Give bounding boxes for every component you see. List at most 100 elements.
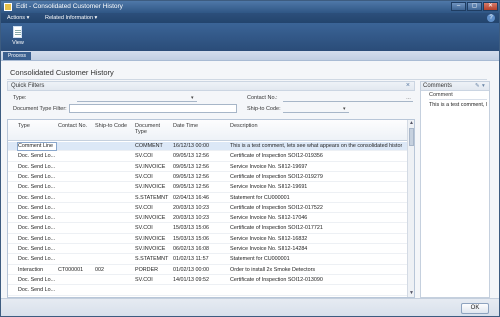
cell-date-time[interactable]: 20/03/13 10:23 [173,215,228,222]
cell-type[interactable]: Doc. Send Lo... [18,277,56,284]
cell-date-time[interactable]: 15/03/13 15:06 [173,225,228,232]
column-header-type[interactable]: Type [18,123,30,129]
column-header-contact-no[interactable]: Contact No. [58,123,87,129]
cell-document-type[interactable]: SV.INVOICE [135,184,171,191]
chevron-down-icon[interactable]: ▾ [343,106,346,112]
cell-description[interactable]: Service Invoice No. SII12-19691 [230,184,402,191]
cell-document-type[interactable]: SV.COI [135,205,171,212]
cell-date-time[interactable]: 02/04/13 16:46 [173,195,228,202]
contact-filter-field[interactable] [283,94,413,102]
cell-type[interactable]: Interaction [18,267,56,274]
cell-description[interactable]: Certificate of Inspection SOI12-017721 [230,225,402,232]
table-row[interactable]: Interaction CT000001 002 PORDER 01/02/13 00:… [8,266,408,275]
cell-date-time[interactable]: 01/02/13 00:00 [173,267,228,274]
actions-menu[interactable]: Actions ▾ [7,15,29,21]
cell-date-time[interactable]: 16/12/13 00:00 [173,143,228,150]
vertical-scrollbar[interactable]: ▲ ▼ [407,120,414,297]
cell-date-time[interactable]: 09/05/13 12:56 [173,184,228,191]
table-row[interactable]: Doc. Send Lo... SV.INVOICE 15/03/13 15:06 S… [8,235,408,245]
cell-date-time[interactable]: 09/05/13 12:56 [173,164,228,171]
table-row[interactable]: Doc. Send Lo... SV.COI 20/03/13 10:23 Certi… [8,204,408,214]
cell-document-type[interactable]: COMMENT [135,143,171,150]
close-button[interactable]: ✕ [483,2,498,11]
help-icon[interactable]: ? [487,14,495,22]
cell-type[interactable]: Doc. Send Lo... [18,256,56,263]
cell-document-type[interactable]: SV.COI [135,153,171,160]
history-grid[interactable]: Type Contact No. Ship-to Code Document T… [7,119,415,298]
view-button[interactable]: View [7,26,29,48]
cell-type[interactable]: Doc. Send Lo... [18,164,56,171]
cell-ship-to-code[interactable]: 002 [95,267,133,274]
ellipsis-icon[interactable]: … [406,95,411,101]
cell-document-type[interactable]: SV.COI [135,277,171,284]
cell-type[interactable]: Doc. Send Lo... [18,174,56,181]
table-row[interactable]: Doc. Send Lo... SV.INVOICE 09/05/13 12:56 S… [8,163,408,172]
cell-type[interactable]: Doc. Send Lo... [18,195,56,202]
cell-description[interactable]: Service Invoice No. SII12-17046 [230,215,402,222]
cell-document-type[interactable]: SV.COI [135,225,171,232]
scroll-down-icon[interactable]: ▼ [408,290,414,297]
cell-description[interactable]: Certificate of Inspection SOI12-019279 [230,174,402,181]
scrollbar-thumb[interactable] [409,128,414,146]
cell-type[interactable]: Comment Line [17,142,57,151]
table-row[interactable]: Doc. Send Lo... SV.COI 09/05/13 12:56 Certi… [8,152,408,162]
scroll-up-icon[interactable]: ▲ [408,120,414,127]
cell-date-time[interactable]: 14/01/13 09:52 [173,277,228,284]
cell-document-type[interactable]: S.STATEMNT [135,195,171,202]
cell-document-type[interactable]: SV.INVOICE [135,246,171,253]
ok-button[interactable]: OK [461,303,489,314]
cell-type[interactable]: Doc. Send Lo... [18,205,56,212]
table-row[interactable]: Doc. Send Lo... S.STATEMNT 01/02/13 11:57 S… [8,255,408,265]
column-header-document-type[interactable]: Document Type [135,123,167,135]
cell-description[interactable]: Certificate of Inspection SOI12-017522 [230,205,402,212]
related-information-menu[interactable]: Related Information ▾ [45,15,97,21]
cell-description[interactable]: Statement for CU000001 [230,195,402,202]
cell-description[interactable]: Service Invoice No. SII12-14284 [230,246,402,253]
table-row[interactable]: Doc. Send Lo... [8,286,408,296]
cell-description[interactable]: This is a test comment, lets see what ap… [230,143,402,150]
table-row[interactable]: Doc. Send Lo... SV.INVOICE 09/05/13 12:56 S… [8,183,408,193]
table-row[interactable]: Doc. Send Lo... SV.COI 15/03/13 15:06 Certi… [8,224,408,234]
cell-date-time[interactable]: 15/03/13 15:06 [173,236,228,243]
cell-description[interactable]: Statement for CU000001 [230,256,402,263]
cell-date-time[interactable]: 09/05/13 12:56 [173,174,228,181]
cell-document-type[interactable]: SV.COI [135,174,171,181]
cell-document-type[interactable]: PORDER [135,267,171,274]
chevron-down-icon[interactable]: ▾ [482,83,485,89]
cell-type[interactable]: Doc. Send Lo... [18,184,56,191]
cell-document-type[interactable]: S.STATEMNT [135,256,171,263]
column-header-date-time[interactable]: Date Time [173,123,198,129]
cell-type[interactable]: Doc. Send Lo... [18,225,56,232]
column-header-description[interactable]: Description [230,123,258,129]
cell-description[interactable]: Certificate of Inspection SOI12-013090 [230,277,402,284]
cell-description[interactable]: Certificate of Inspection SOI12-019356 [230,153,402,160]
cell-date-time[interactable]: 06/02/13 16:08 [173,246,228,253]
cell-description[interactable]: Service Invoice No. SII12-16832 [230,236,402,243]
edit-icon[interactable]: ✎ [475,83,480,89]
cell-type[interactable]: Doc. Send Lo... [18,246,56,253]
maximize-button[interactable]: ▢ [467,2,482,11]
cell-document-type[interactable]: SV.INVOICE [135,236,171,243]
cell-date-time[interactable]: 20/03/13 10:23 [173,205,228,212]
cell-type[interactable]: Doc. Send Lo... [18,153,56,160]
table-row[interactable]: Doc. Send Lo... SV.COI 14/01/13 09:52 Certi… [8,276,408,286]
cell-description[interactable]: Service Invoice No. SII12-19697 [230,164,402,171]
chevron-down-icon[interactable]: ▾ [191,95,194,101]
table-row[interactable]: Doc. Send Lo... SV.INVOICE 06/02/13 16:08 S… [8,245,408,255]
cell-document-type[interactable]: SV.INVOICE [135,164,171,171]
column-header-ship-to-code[interactable]: Ship-to Code [95,123,127,129]
close-icon[interactable]: × [406,82,410,89]
type-filter-select[interactable] [77,94,197,102]
doctype-filter-field[interactable] [69,104,237,113]
cell-description[interactable]: Order to install 2x Smoke Detectors [230,267,402,274]
minimize-button[interactable]: – [451,2,466,11]
table-row[interactable]: Comment Line COMMENT 16/12/13 00:00 This is… [8,142,408,152]
table-row[interactable]: Doc. Send Lo... SV.COI 09/05/13 12:56 Certi… [8,173,408,183]
cell-type[interactable]: Doc. Send Lo... [18,236,56,243]
cell-contact-no[interactable]: CT000001 [58,267,94,274]
shipto-filter-select[interactable] [283,105,349,113]
cell-type[interactable]: Doc. Send Lo... [18,287,56,294]
table-row[interactable]: Doc. Send Lo... SV.INVOICE 20/03/13 10:23 S… [8,214,408,224]
comment-value[interactable]: This is a test comment, le... [429,102,487,108]
cell-date-time[interactable]: 09/05/13 12:56 [173,153,228,160]
